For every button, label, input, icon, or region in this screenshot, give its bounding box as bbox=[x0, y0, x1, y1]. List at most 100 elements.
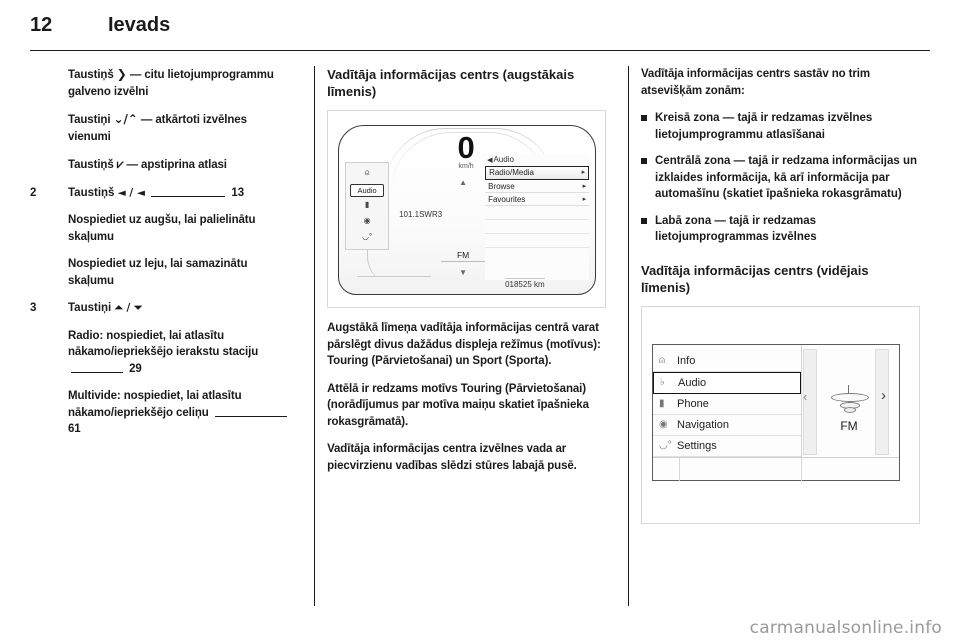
odometer-reading: 018525 km bbox=[505, 278, 545, 289]
phone-icon[interactable]: ▮ bbox=[365, 200, 369, 212]
audio-menu-chip[interactable]: Audio bbox=[350, 183, 384, 197]
dic-item-navigation-label: Navigation bbox=[677, 418, 729, 431]
menu-empty-row bbox=[485, 206, 590, 220]
toc-number-3: 3 bbox=[30, 302, 37, 314]
bullet-square-icon bbox=[641, 158, 647, 164]
key-description-1: Taustiņš ❯ — citu lietojumprogrammu galv… bbox=[68, 66, 292, 100]
watermark: carmanualsonline.info bbox=[749, 618, 942, 638]
radio-station-text: 101.1SWR3 bbox=[399, 210, 443, 219]
dic-status-bar bbox=[653, 456, 899, 481]
audio-icon: ♭ bbox=[660, 377, 665, 388]
instrument-cluster-figure: 0 km/h ⍝ Audio ▮ ◉ ◡° 101.1SWR3 ▲ ▼ FM ◀… bbox=[327, 110, 607, 308]
dic-screen: ⍝ Info ♭ Audio ▮ Phone ◉ Navigation ◡° S… bbox=[652, 343, 900, 481]
speedometer-value: 0 bbox=[457, 130, 475, 165]
speedometer-unit: km/h bbox=[458, 163, 474, 170]
chevron-left-icon[interactable]: ‹ bbox=[803, 389, 807, 404]
toc-body-3: Taustiņi ⏶ / ⏷ bbox=[68, 300, 292, 317]
dic-item-phone-label: Phone bbox=[677, 397, 709, 410]
volume-keys-icon: ◄ / ◄ bbox=[117, 186, 145, 199]
dic-item-info[interactable]: ⍝ Info bbox=[653, 351, 801, 372]
list-item: Kreisā zona — tajā ir redzamas izvēlnes … bbox=[641, 110, 920, 143]
toc-body-2: Taustiņš ◄ / ◄ 13 bbox=[68, 185, 292, 202]
middle-column: Vadītāja informācijas centrs (augstākais… bbox=[327, 66, 616, 606]
cluster-right-zone: ◀Audio Radio/Media ▸ Browse ▸ Favourites bbox=[485, 154, 590, 280]
page-number: 12 bbox=[30, 14, 53, 36]
list-item: Centrālā zona — tajā ir redzama informāc… bbox=[641, 153, 920, 203]
page-header: 12 Ievads bbox=[30, 14, 930, 50]
chevron-right-icon: ▸ bbox=[582, 195, 587, 203]
dic-item-audio[interactable]: ♭ Audio bbox=[653, 371, 801, 394]
radio-seek-page: 29 bbox=[129, 362, 142, 375]
compass-icon: ◉ bbox=[659, 419, 668, 430]
dic-band-label: FM bbox=[840, 418, 858, 433]
leader-dots-3b bbox=[214, 408, 287, 417]
media-seek-note: Multivide: nospiediet, lai atlasītu nāka… bbox=[68, 388, 292, 438]
menu-item-radio-media-label: Radio/Media bbox=[489, 168, 534, 177]
zones-bullet-list: Kreisā zona — tajā ir redzamas izvēlnes … bbox=[641, 110, 920, 246]
leader-dots-2 bbox=[151, 188, 226, 197]
cluster-panel-base bbox=[357, 276, 432, 287]
dic-top-level-title: Vadītāja informācijas centrs (augstākais… bbox=[327, 67, 575, 99]
toc-entry-2: 2 Taustiņš ◄ / ◄ 13 bbox=[30, 185, 292, 202]
toc-number-2: 2 bbox=[30, 186, 37, 199]
dic-item-navigation[interactable]: ◉ Navigation bbox=[653, 415, 801, 436]
key-prefix-2: Taustiņi bbox=[68, 114, 111, 126]
check-mark-icon: ⩗ bbox=[116, 157, 124, 171]
volume-down-note: Nospiediet uz leju, lai samazinātu skaļu… bbox=[68, 258, 248, 287]
key-text-3: — apstiprina atlasi bbox=[126, 159, 227, 171]
seek-keys-icon: ⏶ / ⏷ bbox=[114, 302, 143, 314]
toc-prefix-2: Taustiņš bbox=[68, 186, 115, 199]
dic-item-settings-label: Settings bbox=[677, 439, 717, 452]
chevron-right-icon: ▸ bbox=[581, 169, 586, 176]
dic-item-settings[interactable]: ◡° Settings bbox=[653, 436, 801, 457]
key-description-3: Taustiņš ⩗ — apstiprina atlasi bbox=[68, 156, 292, 174]
toc-page-2: 13 bbox=[231, 186, 245, 199]
dic-paragraph-2: Attēlā ir redzams motīvs Touring (Pārvie… bbox=[327, 382, 589, 428]
menu-item-browse[interactable]: Browse ▸ bbox=[485, 180, 590, 193]
dic-item-audio-label: Audio bbox=[678, 376, 707, 389]
volume-up-note: Nospiediet uz augšu, lai palielinātu ska… bbox=[68, 214, 256, 243]
toc-entry-3: 3 Taustiņi ⏶ / ⏷ bbox=[30, 300, 292, 317]
dic-status-divider bbox=[679, 457, 680, 481]
zones-intro-text: Vadītāja informācijas centrs sastāv no t… bbox=[641, 68, 870, 97]
toc-prefix-3: Taustiņi bbox=[68, 302, 112, 314]
header-rule bbox=[30, 50, 930, 51]
menu-item-browse-label: Browse bbox=[488, 181, 515, 191]
menu-breadcrumb[interactable]: ◀Audio bbox=[485, 154, 589, 166]
menu-breadcrumb-label: Audio bbox=[493, 155, 514, 164]
car-icon[interactable]: ⍝ bbox=[365, 168, 370, 180]
navigation-icon[interactable]: ◉ bbox=[364, 216, 371, 228]
menu-item-radio-media[interactable]: Radio/Media ▸ bbox=[485, 166, 590, 180]
left-column: Taustiņš ❯ — citu lietojumprogrammu galv… bbox=[30, 66, 302, 606]
settings-icon[interactable]: ◡° bbox=[362, 232, 372, 244]
column-divider-right bbox=[628, 66, 629, 606]
zone-left-text: Kreisā zona — tajā ir redzamas izvēlnes … bbox=[655, 112, 873, 141]
key-description-2: Taustiņi ⌄/⌃ — atkārtoti izvēlnes vienum… bbox=[68, 111, 292, 145]
media-seek-page: 61 bbox=[68, 423, 81, 435]
dic-paragraph-1: Augstākā līmeņa vadītāja informācijas ce… bbox=[327, 322, 601, 367]
gears-icon: ◡° bbox=[659, 440, 672, 451]
dic-paragraph-3: Vadītāja informācijas centra izvēlnes va… bbox=[327, 443, 577, 472]
column-divider-left bbox=[314, 66, 316, 606]
bullet-square-icon bbox=[641, 115, 647, 121]
dic-band-indicator: FM bbox=[823, 384, 875, 433]
leader-dots-3a bbox=[71, 364, 123, 373]
antenna-icon bbox=[823, 384, 875, 415]
cluster-shell: 0 km/h ⍝ Audio ▮ ◉ ◡° 101.1SWR3 ▲ ▼ FM ◀… bbox=[338, 125, 597, 295]
zone-center-text: Centrālā zona — tajā ir redzama informāc… bbox=[655, 155, 918, 200]
menu-empty-row bbox=[485, 234, 590, 248]
back-arrow-icon: ◀ bbox=[487, 157, 493, 164]
menu-item-favourites[interactable]: Favourites ▸ bbox=[485, 193, 590, 206]
dic-status-divider bbox=[801, 457, 802, 481]
chevron-right-icon[interactable]: › bbox=[881, 387, 886, 404]
chevron-right-icon: ❯ bbox=[116, 67, 127, 81]
dic-mid-level-figure: ⍝ Info ♭ Audio ▮ Phone ◉ Navigation ◡° S… bbox=[641, 305, 920, 524]
list-item: Labā zona — tajā ir redzamas lietojumpro… bbox=[641, 213, 920, 246]
right-column: Vadītāja informācijas centrs sastāv no t… bbox=[641, 66, 930, 606]
chevron-up-down-icon: ⌄/⌃ bbox=[113, 112, 138, 126]
dic-item-phone[interactable]: ▮ Phone bbox=[653, 394, 801, 415]
antenna-disc-bottom bbox=[844, 406, 856, 413]
radio-seek-note: Radio: nospiediet, lai atlasītu nākamo/i… bbox=[68, 328, 292, 378]
caret-down-icon[interactable]: ▼ bbox=[459, 268, 467, 277]
caret-up-icon[interactable]: ▲ bbox=[459, 178, 467, 187]
